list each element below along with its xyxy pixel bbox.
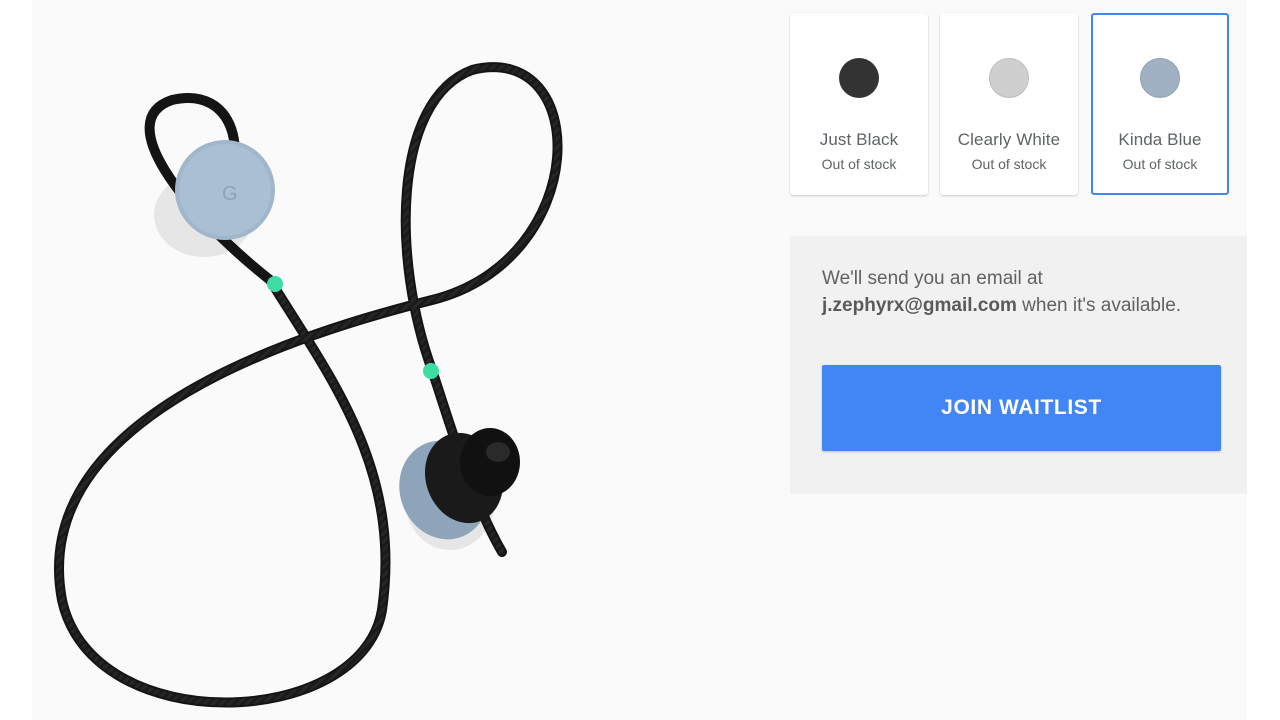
swatch-stock-status: Out of stock xyxy=(821,156,897,172)
waitlist-message: We'll send you an email at j.zephyrx@gma… xyxy=(822,265,1222,319)
svg-text:G: G xyxy=(222,183,238,205)
waitlist-panel: We'll send you an email at j.zephyrx@gma… xyxy=(790,236,1247,494)
swatch-name: Clearly White xyxy=(957,130,1061,149)
color-dot-icon xyxy=(839,58,879,98)
earbuds-product-image: G xyxy=(32,0,672,720)
swatch-just-black[interactable]: Just Black Out of stock xyxy=(790,13,928,195)
join-waitlist-button[interactable]: JOIN WAITLIST xyxy=(822,365,1221,451)
color-swatches: Just Black Out of stock Clearly White Ou… xyxy=(790,13,1230,196)
swatch-name: Just Black xyxy=(819,130,899,149)
swatch-name: Kinda Blue xyxy=(1118,130,1202,149)
color-dot-icon xyxy=(1140,58,1180,98)
waitlist-email: j.zephyrx@gmail.com xyxy=(822,295,1017,316)
swatch-kinda-blue[interactable]: Kinda Blue Out of stock xyxy=(1091,13,1229,195)
color-dot-icon xyxy=(989,58,1029,98)
waitlist-message-line1: We'll send you an email at xyxy=(822,268,1043,289)
swatch-stock-status: Out of stock xyxy=(1122,156,1198,172)
waitlist-message-suffix: when it's available. xyxy=(1016,295,1182,316)
swatch-stock-status: Out of stock xyxy=(971,156,1047,172)
swatch-clearly-white[interactable]: Clearly White Out of stock xyxy=(940,13,1078,195)
